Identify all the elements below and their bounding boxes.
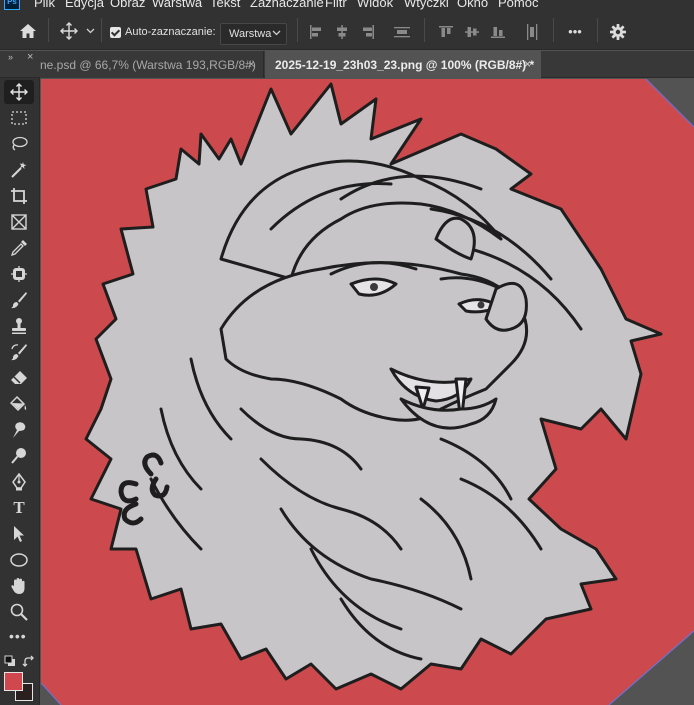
tab-document-png[interactable]: 2025-12-19_23h03_23.png @ 100% (RGB/8#) … [265, 51, 541, 79]
tab-label: ne.psd @ 66,7% (Warstwa 193,RGB/8#) [40, 58, 256, 72]
distribute-vertical-icon[interactable] [392, 22, 412, 42]
document-canvas[interactable] [41, 79, 694, 705]
lasso-icon[interactable] [4, 132, 34, 156]
separator [297, 18, 298, 42]
path-selection-icon[interactable] [4, 522, 34, 546]
collapse-panels-icon[interactable]: » [8, 52, 13, 62]
tools-panel: T [0, 78, 40, 705]
menu-view[interactable]: Widok [357, 0, 393, 10]
home-icon[interactable] [14, 20, 42, 42]
separator [101, 18, 102, 42]
auto-select-label: Auto-zaznaczanie: [125, 26, 216, 38]
swap-colors-icon[interactable] [22, 655, 36, 672]
history-brush-icon[interactable] [4, 340, 34, 364]
menu-file[interactable]: Plik [34, 0, 55, 10]
separator [424, 18, 425, 42]
rectangular-marquee-icon[interactable] [4, 106, 34, 130]
smudge-icon[interactable] [4, 418, 34, 442]
auto-select-target-dropdown[interactable]: Warstwa [220, 23, 287, 45]
tab-close-icon[interactable]: × [524, 57, 531, 71]
tab-document-psd[interactable]: ne.psd @ 66,7% (Warstwa 193,RGB/8#) × [40, 51, 264, 78]
align-right-icon[interactable] [358, 22, 378, 42]
distribute-horizontal-icon[interactable] [522, 22, 542, 42]
tool-preset-chevron-icon[interactable] [84, 26, 96, 36]
crop-icon[interactable] [4, 184, 34, 208]
menu-bar: Ps Plik Edycja Obraz Warstwa Tekst Zazna… [0, 0, 694, 10]
auto-select-target-value: Warstwa [229, 28, 272, 40]
align-horizontal-center-icon[interactable] [332, 22, 352, 42]
tab-label: 2025-12-19_23h03_23.png @ 100% (RGB/8#) … [275, 58, 535, 72]
menu-type[interactable]: Tekst [210, 0, 240, 10]
ellipse-tool-icon[interactable] [4, 548, 34, 572]
canvas-artwork [41, 79, 694, 705]
menu-plugins[interactable]: Wtyczki [404, 0, 449, 10]
brush-icon[interactable] [4, 288, 34, 312]
align-left-icon[interactable] [306, 22, 326, 42]
align-vertical-center-icon[interactable] [462, 22, 482, 42]
hand-icon[interactable] [4, 574, 34, 598]
eraser-icon[interactable] [4, 366, 34, 390]
type-tool-icon[interactable]: T [4, 496, 34, 520]
foreground-color-swatch[interactable] [4, 672, 23, 691]
move-tool-icon[interactable] [4, 80, 34, 104]
separator [597, 18, 598, 42]
frame-icon[interactable] [4, 210, 34, 234]
dodge-icon[interactable] [4, 444, 34, 468]
pen-icon[interactable] [4, 470, 34, 494]
close-panel-icon[interactable]: × [27, 51, 33, 63]
auto-select-checkbox[interactable] [110, 27, 121, 38]
zoom-icon[interactable] [4, 600, 34, 624]
more-options-button[interactable]: ••• [562, 20, 588, 42]
clone-stamp-icon[interactable] [4, 314, 34, 338]
menu-help[interactable]: Pomoc [498, 0, 538, 10]
menu-window[interactable]: Okno [457, 0, 488, 10]
default-colors-icon[interactable] [4, 655, 16, 670]
align-top-icon[interactable] [436, 22, 456, 42]
photoshop-logo: Ps [4, 0, 20, 10]
paint-bucket-icon[interactable] [4, 392, 34, 416]
edit-toolbar-button[interactable]: ••• [9, 628, 27, 644]
options-bar: Auto-zaznaczanie: Warstwa ••• [0, 10, 694, 50]
separator [48, 18, 49, 42]
magic-wand-icon[interactable] [4, 158, 34, 182]
move-tool-icon[interactable] [58, 20, 80, 42]
align-bottom-icon[interactable] [488, 22, 508, 42]
menu-edit[interactable]: Edycja [65, 0, 104, 10]
menu-select[interactable]: Zaznaczanie [250, 0, 324, 10]
tab-close-icon[interactable]: × [248, 57, 255, 71]
menu-image[interactable]: Obraz [110, 0, 145, 10]
separator [553, 18, 554, 42]
menu-filter[interactable]: Filtr [325, 0, 347, 10]
spot-healing-icon[interactable] [4, 262, 34, 286]
eyedropper-icon[interactable] [4, 236, 34, 260]
gear-icon[interactable] [606, 21, 630, 43]
chevron-down-icon [272, 30, 281, 36]
menu-layer[interactable]: Warstwa [152, 0, 202, 10]
